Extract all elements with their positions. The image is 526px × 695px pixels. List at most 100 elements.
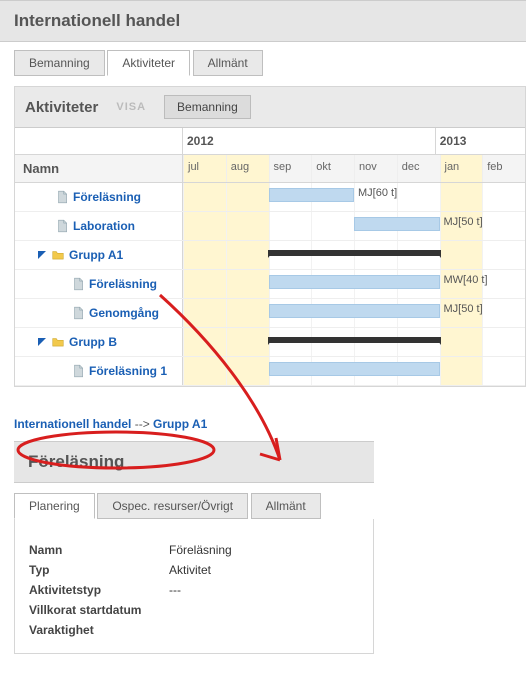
activities-rows: Föreläsning MJ[60 t] Laboration MJ[50 t] Gru… (15, 183, 525, 386)
timeline-cell (226, 357, 269, 385)
year-header-name-spacer (15, 128, 183, 154)
page-title: Internationell handel (14, 11, 512, 31)
tab-aktiviteter[interactable]: Aktiviteter (107, 50, 190, 76)
document-icon (55, 190, 69, 204)
timeline-cell (397, 183, 440, 211)
name-column-header: Namn (15, 155, 183, 182)
timeline-cell (183, 299, 226, 327)
timeline-cell (482, 299, 525, 327)
row-timeline: MW[40 t] (183, 270, 525, 298)
detail-panel: Föreläsning Planering Ospec. resurser/Öv… (14, 441, 526, 654)
group-bar[interactable] (269, 250, 440, 256)
row-link-forel1[interactable]: Föreläsning (73, 190, 141, 204)
timeline-cell (482, 328, 525, 356)
table-row: Föreläsning MJ[60 t] (15, 183, 525, 212)
timeline-cell (183, 212, 226, 240)
bar-label: MJ[50 t] (444, 303, 483, 315)
detail-field-value: Föreläsning (169, 543, 232, 557)
activities-heading: Aktiviteter (25, 99, 98, 116)
row-link-lab[interactable]: Laboration (73, 219, 135, 233)
breadcrumb-separator: --> (135, 417, 150, 431)
breadcrumb-item-course[interactable]: Internationell handel (14, 417, 131, 431)
row-timeline: MJ[50 t] (183, 212, 525, 240)
row-name-cell: Genomgång (15, 299, 183, 327)
month-sep: sep (269, 155, 312, 182)
timeline-cell (226, 212, 269, 240)
row-name-cell: Föreläsning (15, 270, 183, 298)
activity-bar[interactable] (269, 275, 440, 289)
timeline-cell (482, 270, 525, 298)
month-dec: dec (397, 155, 440, 182)
breadcrumb-item-group[interactable]: Grupp A1 (153, 417, 207, 431)
detail-field-label: Aktivitetstyp (29, 583, 169, 597)
table-row: Grupp B (15, 328, 525, 357)
timeline-cell (183, 357, 226, 385)
timeline-cell (269, 212, 312, 240)
month-aug: aug (226, 155, 269, 182)
month-nov: nov (354, 155, 397, 182)
timeline-cell (226, 328, 269, 356)
detail-tabstrip: Planering Ospec. resurser/Övrigt Allmänt (14, 493, 526, 519)
detail-field-label: Namn (29, 543, 169, 557)
timeline-cell (482, 357, 525, 385)
row-link-gruppA1[interactable]: Grupp A1 (69, 248, 123, 262)
timeline-cell (482, 212, 525, 240)
row-timeline (183, 357, 525, 385)
group-bar[interactable] (269, 337, 440, 343)
month-jan: jan (440, 155, 483, 182)
activity-bar[interactable] (269, 188, 355, 202)
activity-bar[interactable] (269, 362, 440, 376)
document-icon (71, 364, 85, 378)
timeline-cell (440, 183, 483, 211)
table-row: Grupp A1 (15, 241, 525, 270)
timeline-cell (482, 183, 525, 211)
timeline-cell (226, 270, 269, 298)
row-timeline (183, 241, 525, 269)
row-link-gruppB[interactable]: Grupp B (69, 335, 117, 349)
row-timeline: MJ[60 t] (183, 183, 525, 211)
expand-triangle-icon[interactable] (37, 337, 47, 347)
row-link-genom[interactable]: Genomgång (89, 306, 159, 320)
tab-planering[interactable]: Planering (14, 493, 95, 519)
activity-bar[interactable] (354, 217, 440, 231)
row-timeline: MJ[50 t] (183, 299, 525, 327)
timeline-cell (226, 241, 269, 269)
timeline-cell (183, 183, 226, 211)
tab-ospec[interactable]: Ospec. resurser/Övrigt (97, 493, 248, 519)
detail-field-value: Aktivitet (169, 563, 211, 577)
table-row: Laboration MJ[50 t] (15, 212, 525, 241)
document-icon (71, 306, 85, 320)
timeline-cell (226, 183, 269, 211)
activity-bar[interactable] (269, 304, 440, 318)
visa-label: VISA (116, 101, 146, 113)
row-link-forel2[interactable]: Föreläsning (89, 277, 157, 291)
activities-titlebar: Aktiviteter VISA Bemanning (15, 87, 525, 128)
row-link-forel3[interactable]: Föreläsning 1 (89, 364, 167, 378)
tab-detail-allmant[interactable]: Allmänt (251, 493, 321, 519)
row-name-cell: Grupp B (15, 328, 183, 356)
timeline-cell (311, 212, 354, 240)
bar-label: MJ[60 t] (358, 187, 397, 199)
month-feb: feb (482, 155, 525, 182)
top-tabstrip: Bemanning Aktiviteter Allmänt (14, 50, 526, 76)
timeline-cell (440, 357, 483, 385)
timeline-cell (183, 241, 226, 269)
detail-field: NamnFöreläsning (29, 543, 359, 557)
timeline-cell (226, 299, 269, 327)
activities-panel: Aktiviteter VISA Bemanning 2012 2013 Nam… (14, 86, 526, 387)
detail-field-label: Varaktighet (29, 623, 169, 637)
timeline-cell (440, 241, 483, 269)
folder-icon (51, 248, 65, 262)
expand-triangle-icon[interactable] (37, 250, 47, 260)
document-icon (71, 277, 85, 291)
table-row: Föreläsning 1 (15, 357, 525, 386)
detail-title: Föreläsning (28, 452, 360, 472)
folder-icon (51, 335, 65, 349)
tab-bemanning[interactable]: Bemanning (14, 50, 105, 76)
bemanning-button[interactable]: Bemanning (164, 95, 251, 119)
year-header-row: 2012 2013 (15, 128, 525, 155)
detail-field-label: Typ (29, 563, 169, 577)
breadcrumb: Internationell handel --> Grupp A1 (14, 417, 526, 431)
tab-allmant[interactable]: Allmänt (193, 50, 263, 76)
detail-field: Varaktighet (29, 623, 359, 637)
